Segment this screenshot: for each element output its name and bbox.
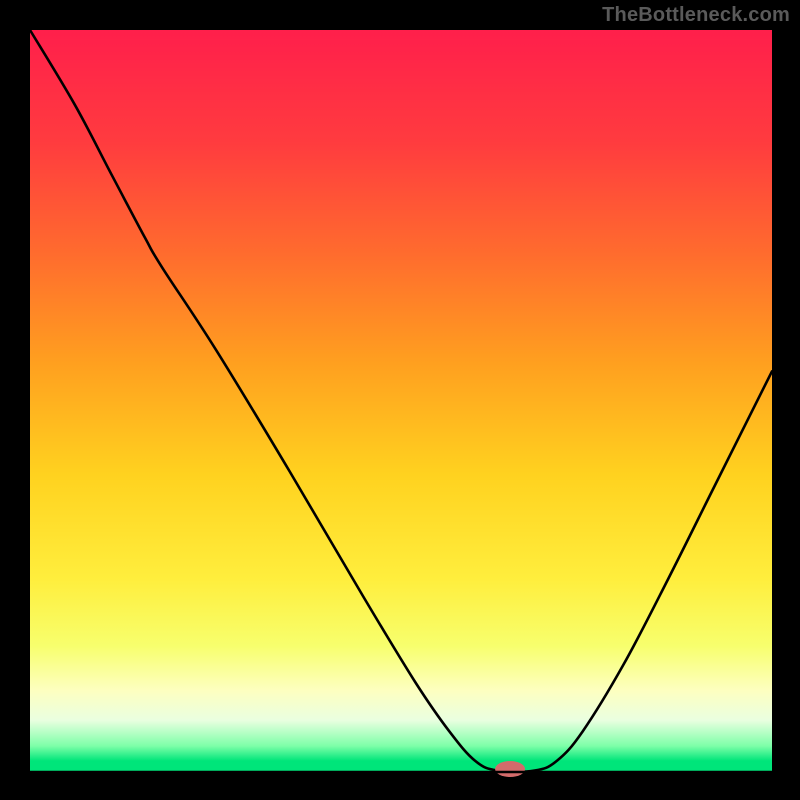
optimal-marker: [495, 761, 525, 777]
watermark-text: TheBottleneck.com: [602, 4, 790, 27]
chart-frame: { "watermark": "TheBottleneck.com", "col…: [0, 0, 800, 800]
bottleneck-chart: [0, 0, 800, 800]
